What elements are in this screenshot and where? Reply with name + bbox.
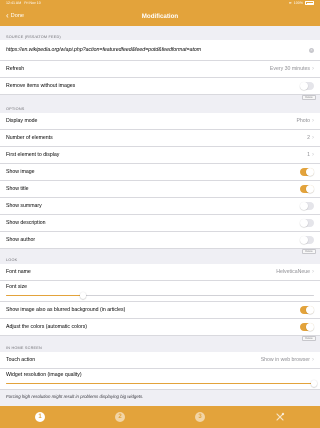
tab-2[interactable]: 2 [80,412,160,422]
display-mode-value: Photo [296,118,310,124]
slider-fill [6,295,83,297]
tab-1[interactable]: 1 [0,412,80,422]
adjust-colors-row: Adjust the colors (automatic colors) [0,319,320,336]
show-description-label: Show description [6,220,46,226]
blurred-background-toggle[interactable] [300,305,314,315]
tab-3[interactable]: 3 [160,412,240,422]
show-summary-toggle[interactable] [300,201,314,211]
font-name-value: HelveticaNeue [276,269,310,275]
chevron-right-icon: › [312,118,314,124]
show-summary-label: Show summary [6,203,42,209]
first-element-row[interactable]: First element to display 1 › [0,147,320,164]
show-image-row: Show image [0,164,320,181]
show-summary-row: Show summary [0,198,320,215]
show-author-row: Show author [0,232,320,249]
options-delete-button[interactable]: Delete [302,249,316,254]
show-author-label: Show author [6,237,36,243]
display-mode-row[interactable]: Display mode Photo › [0,113,320,130]
widget-resolution-slider[interactable] [6,380,318,387]
tab-tools[interactable] [240,412,320,422]
chevron-right-icon: › [312,66,314,72]
show-title-toggle[interactable] [300,184,314,194]
section-header-options: OPTIONS [6,107,25,111]
refresh-row[interactable]: Refresh Every 30 minutes › [0,61,320,78]
tab-2-badge: 2 [115,412,125,422]
look-delete-button[interactable]: Delete [302,336,316,341]
touch-action-label: Touch action [6,357,36,363]
show-author-toggle[interactable] [300,235,314,245]
font-name-row[interactable]: Font name HelveticaNeue › [0,264,320,281]
display-mode-label: Display mode [6,118,38,124]
footer-note: Forcing high resolution might result in … [6,394,144,399]
tab-bar: 1 2 3 [0,406,320,428]
show-title-row: Show title [0,181,320,198]
battery-icon [305,1,314,5]
tools-icon [276,412,285,421]
section-header-source: SOURCE (RSS/ATOM FEED) [6,35,61,39]
show-image-toggle[interactable] [300,167,314,177]
number-of-elements-value: 2 [307,135,310,141]
chevron-right-icon: › [312,357,314,363]
slider-thumb[interactable] [79,292,87,299]
status-time: 12:41 AM [6,1,22,5]
done-button[interactable]: ‹ Done [6,6,24,26]
source-delete-button[interactable]: Delete [302,95,316,100]
font-size-row: Font size [0,281,320,302]
chevron-right-icon: › [312,135,314,141]
first-element-value: 1 [307,152,310,158]
tab-3-badge: 3 [195,412,205,422]
chevron-right-icon: › [312,269,314,275]
remove-items-label: Remove items without images [6,83,76,89]
status-date: Fri Nov 10 [24,1,41,5]
feed-url-field[interactable]: https://en.wikipedia.org/w/api.php?actio… [6,47,309,53]
chevron-right-icon: › [312,152,314,158]
chevron-left-icon: ‹ [6,11,9,20]
adjust-colors-label: Adjust the colors (automatic colors) [6,324,88,330]
slider-fill [6,383,314,385]
feed-url-row[interactable]: https://en.wikipedia.org/w/api.php?actio… [0,40,320,61]
remove-items-toggle[interactable] [300,81,314,91]
touch-action-row[interactable]: Touch action Show in web browser › [0,352,320,369]
nav-bar: ‹ Done Modification [0,6,320,26]
font-name-label: Font name [6,269,31,275]
tab-1-badge: 1 [35,412,45,422]
number-of-elements-label: Number of elements [6,135,53,141]
remove-items-row: Remove items without images [0,78,320,95]
show-title-label: Show title [6,186,29,192]
settings-content[interactable]: SOURCE (RSS/ATOM FEED) https://en.wikipe… [0,26,320,406]
clear-icon[interactable]: × [309,47,314,53]
widget-resolution-label: Widget resolution (image quality) [6,372,82,378]
number-of-elements-row[interactable]: Number of elements 2 › [0,130,320,147]
touch-action-value: Show in web browser [260,357,310,363]
show-description-toggle[interactable] [300,218,314,228]
wifi-icon: ≋ [288,1,292,5]
first-element-label: First element to display [6,152,60,158]
font-size-slider[interactable] [6,292,314,299]
blurred-background-row: Show image also as blurred background (i… [0,302,320,319]
blurred-background-label: Show image also as blurred background (i… [6,307,126,313]
widget-resolution-row: Widget resolution (image quality) [0,369,320,390]
section-header-look: LOOK [6,258,18,262]
slider-thumb[interactable] [310,380,318,387]
refresh-label: Refresh [6,66,25,72]
show-description-row: Show description [0,215,320,232]
adjust-colors-toggle[interactable] [300,322,314,332]
battery-percent: 100% [293,1,303,5]
done-label: Done [10,13,25,19]
refresh-value: Every 30 minutes [269,66,310,72]
section-header-home-screen: IN HOME SCREEN [6,346,42,350]
font-size-label: Font size [6,284,28,290]
show-image-label: Show image [6,169,35,175]
page-title: Modification [141,12,179,20]
